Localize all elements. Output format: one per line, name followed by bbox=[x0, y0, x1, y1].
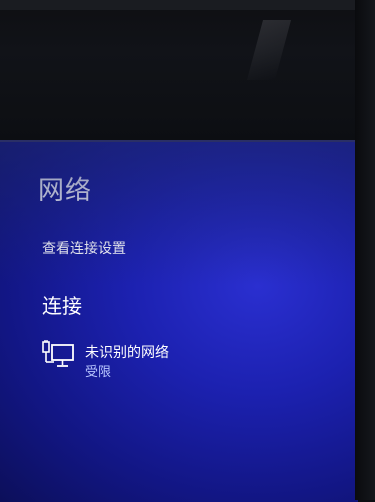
network-list-item[interactable]: 未识别的网络 受限 bbox=[40, 338, 300, 382]
connections-section-title: 连接 bbox=[42, 294, 82, 318]
monitor-bezel-top bbox=[0, 0, 375, 145]
monitor-bezel-right bbox=[355, 0, 375, 500]
monitor-bezel-edge bbox=[0, 0, 375, 10]
ethernet-monitor-icon bbox=[42, 340, 74, 367]
view-connection-settings-link[interactable]: 查看连接设置 bbox=[42, 238, 126, 258]
network-flyout-panel: 网络 查看连接设置 连接 未识别的网络 受限 bbox=[0, 140, 358, 502]
panel-title: 网络 bbox=[38, 176, 93, 206]
network-status: 受限 bbox=[85, 365, 112, 380]
network-name: 未识别的网络 bbox=[85, 345, 169, 361]
